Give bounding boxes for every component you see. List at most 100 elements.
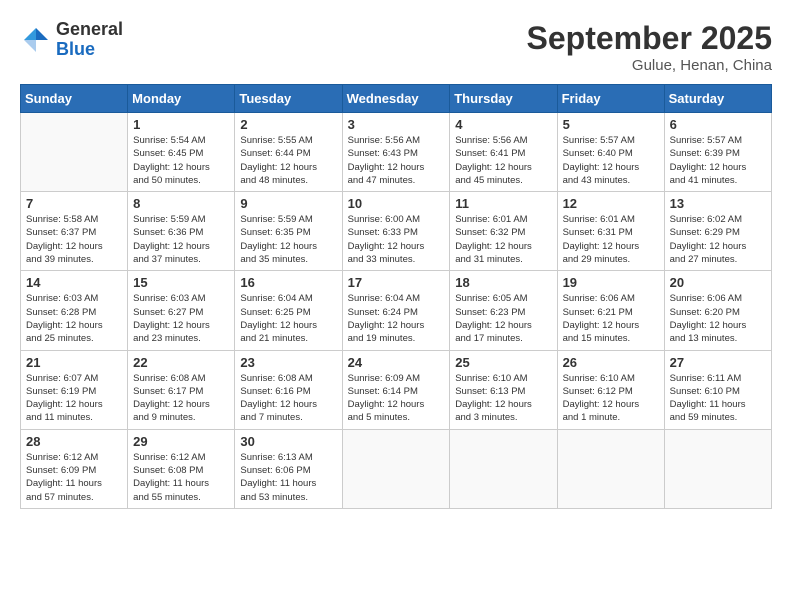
day-info: Sunrise: 6:03 AM Sunset: 6:27 PM Dayligh… xyxy=(133,292,229,345)
calendar-day-cell: 16 Sunrise: 6:04 AM Sunset: 6:25 PM Dayli… xyxy=(235,271,342,350)
calendar-day-cell: 25 Sunrise: 6:10 AM Sunset: 6:13 PM Dayli… xyxy=(450,350,557,429)
day-info: Sunrise: 5:57 AM Sunset: 6:39 PM Dayligh… xyxy=(670,134,766,187)
calendar-table: SundayMondayTuesdayWednesdayThursdayFrid… xyxy=(20,84,772,509)
calendar-day-cell: 15Sunrise: 6:03 AM Sunset: 6:27 PM Dayli… xyxy=(128,271,235,350)
logo: General Blue xyxy=(20,20,123,60)
calendar-header-friday: Friday xyxy=(557,85,664,113)
day-number: 21 xyxy=(26,355,122,370)
calendar-header-row: SundayMondayTuesdayWednesdayThursdayFrid… xyxy=(21,85,772,113)
day-info: Sunrise: 6:12 AM Sunset: 6:09 PM Dayligh… xyxy=(26,451,122,504)
day-number: 18 xyxy=(455,275,551,290)
calendar-day-cell: 24 Sunrise: 6:09 AM Sunset: 6:14 PM Dayli… xyxy=(342,350,450,429)
day-info: Sunrise: 5:59 AM Sunset: 6:35 PM Dayligh… xyxy=(240,213,336,266)
calendar-day-cell: 9 Sunrise: 5:59 AM Sunset: 6:35 PM Daylig… xyxy=(235,192,342,271)
day-info: Sunrise: 5:56 AM Sunset: 6:41 PM Dayligh… xyxy=(455,134,551,187)
day-number: 28 xyxy=(26,434,122,449)
calendar-day-cell: 30 Sunrise: 6:13 AM Sunset: 6:06 PM Dayli… xyxy=(235,429,342,508)
logo-icon xyxy=(20,24,52,56)
calendar-day-cell: 20Sunrise: 6:06 AM Sunset: 6:20 PM Dayli… xyxy=(664,271,771,350)
day-info: Sunrise: 6:09 AM Sunset: 6:14 PM Dayligh… xyxy=(348,372,445,425)
day-info: Sunrise: 6:06 AM Sunset: 6:21 PM Dayligh… xyxy=(563,292,659,345)
calendar-header-sunday: Sunday xyxy=(21,85,128,113)
calendar-day-cell xyxy=(557,429,664,508)
calendar-week-row: 1 Sunrise: 5:54 AM Sunset: 6:45 PM Daylig… xyxy=(21,113,772,192)
calendar-day-cell: 14Sunrise: 6:03 AM Sunset: 6:28 PM Dayli… xyxy=(21,271,128,350)
logo-general-text: General xyxy=(56,20,123,40)
calendar-day-cell xyxy=(342,429,450,508)
calendar-day-cell: 18 Sunrise: 6:05 AM Sunset: 6:23 PM Dayli… xyxy=(450,271,557,350)
day-info: Sunrise: 6:00 AM Sunset: 6:33 PM Dayligh… xyxy=(348,213,445,266)
day-info: Sunrise: 6:04 AM Sunset: 6:25 PM Dayligh… xyxy=(240,292,336,345)
day-number: 6 xyxy=(670,117,766,132)
day-number: 29 xyxy=(133,434,229,449)
calendar-week-row: 14Sunrise: 6:03 AM Sunset: 6:28 PM Dayli… xyxy=(21,271,772,350)
calendar-day-cell: 17 Sunrise: 6:04 AM Sunset: 6:24 PM Dayli… xyxy=(342,271,450,350)
calendar-day-cell: 4 Sunrise: 5:56 AM Sunset: 6:41 PM Daylig… xyxy=(450,113,557,192)
day-info: Sunrise: 6:08 AM Sunset: 6:16 PM Dayligh… xyxy=(240,372,336,425)
calendar-day-cell: 11 Sunrise: 6:01 AM Sunset: 6:32 PM Dayli… xyxy=(450,192,557,271)
day-info: Sunrise: 6:13 AM Sunset: 6:06 PM Dayligh… xyxy=(240,451,336,504)
day-number: 10 xyxy=(348,196,445,211)
day-info: Sunrise: 6:01 AM Sunset: 6:32 PM Dayligh… xyxy=(455,213,551,266)
day-number: 22 xyxy=(133,355,229,370)
logo-blue-text: Blue xyxy=(56,40,123,60)
day-number: 1 xyxy=(133,117,229,132)
calendar-header-wednesday: Wednesday xyxy=(342,85,450,113)
day-info: Sunrise: 6:05 AM Sunset: 6:23 PM Dayligh… xyxy=(455,292,551,345)
calendar-day-cell: 28 Sunrise: 6:12 AM Sunset: 6:09 PM Dayli… xyxy=(21,429,128,508)
calendar-header-saturday: Saturday xyxy=(664,85,771,113)
day-info: Sunrise: 5:56 AM Sunset: 6:43 PM Dayligh… xyxy=(348,134,445,187)
day-info: Sunrise: 6:03 AM Sunset: 6:28 PM Dayligh… xyxy=(26,292,122,345)
calendar-week-row: 21Sunrise: 6:07 AM Sunset: 6:19 PM Dayli… xyxy=(21,350,772,429)
day-number: 19 xyxy=(563,275,659,290)
day-number: 11 xyxy=(455,196,551,211)
calendar-week-row: 28 Sunrise: 6:12 AM Sunset: 6:09 PM Dayli… xyxy=(21,429,772,508)
calendar-day-cell: 27Sunrise: 6:11 AM Sunset: 6:10 PM Dayli… xyxy=(664,350,771,429)
calendar-day-cell: 23 Sunrise: 6:08 AM Sunset: 6:16 PM Dayli… xyxy=(235,350,342,429)
day-info: Sunrise: 6:01 AM Sunset: 6:31 PM Dayligh… xyxy=(563,213,659,266)
day-number: 7 xyxy=(26,196,122,211)
calendar-day-cell xyxy=(21,113,128,192)
day-info: Sunrise: 5:58 AM Sunset: 6:37 PM Dayligh… xyxy=(26,213,122,266)
calendar-day-cell: 26 Sunrise: 6:10 AM Sunset: 6:12 PM Dayli… xyxy=(557,350,664,429)
day-number: 23 xyxy=(240,355,336,370)
day-number: 27 xyxy=(670,355,766,370)
day-info: Sunrise: 6:04 AM Sunset: 6:24 PM Dayligh… xyxy=(348,292,445,345)
day-info: Sunrise: 6:08 AM Sunset: 6:17 PM Dayligh… xyxy=(133,372,229,425)
calendar-header-tuesday: Tuesday xyxy=(235,85,342,113)
calendar-week-row: 7 Sunrise: 5:58 AM Sunset: 6:37 PM Daylig… xyxy=(21,192,772,271)
day-number: 25 xyxy=(455,355,551,370)
day-number: 26 xyxy=(563,355,659,370)
calendar-day-cell: 6 Sunrise: 5:57 AM Sunset: 6:39 PM Daylig… xyxy=(664,113,771,192)
day-number: 16 xyxy=(240,275,336,290)
day-number: 13 xyxy=(670,196,766,211)
day-number: 17 xyxy=(348,275,445,290)
day-info: Sunrise: 6:10 AM Sunset: 6:12 PM Dayligh… xyxy=(563,372,659,425)
calendar-day-cell xyxy=(450,429,557,508)
calendar-day-cell: 1 Sunrise: 5:54 AM Sunset: 6:45 PM Daylig… xyxy=(128,113,235,192)
calendar-day-cell: 29Sunrise: 6:12 AM Sunset: 6:08 PM Dayli… xyxy=(128,429,235,508)
day-info: Sunrise: 5:54 AM Sunset: 6:45 PM Dayligh… xyxy=(133,134,229,187)
day-number: 4 xyxy=(455,117,551,132)
calendar-day-cell: 12 Sunrise: 6:01 AM Sunset: 6:31 PM Dayli… xyxy=(557,192,664,271)
calendar-header-thursday: Thursday xyxy=(450,85,557,113)
day-info: Sunrise: 6:10 AM Sunset: 6:13 PM Dayligh… xyxy=(455,372,551,425)
title-area: September 2025 Gulue, Henan, China xyxy=(527,20,772,74)
day-number: 30 xyxy=(240,434,336,449)
page-header: General Blue September 2025 Gulue, Henan… xyxy=(20,20,772,74)
calendar-day-cell: 2 Sunrise: 5:55 AM Sunset: 6:44 PM Daylig… xyxy=(235,113,342,192)
calendar-day-cell: 3Sunrise: 5:56 AM Sunset: 6:43 PM Daylig… xyxy=(342,113,450,192)
day-info: Sunrise: 5:57 AM Sunset: 6:40 PM Dayligh… xyxy=(563,134,659,187)
calendar-day-cell: 13Sunrise: 6:02 AM Sunset: 6:29 PM Dayli… xyxy=(664,192,771,271)
day-number: 9 xyxy=(240,196,336,211)
calendar-day-cell: 21Sunrise: 6:07 AM Sunset: 6:19 PM Dayli… xyxy=(21,350,128,429)
location-subtitle: Gulue, Henan, China xyxy=(527,57,772,74)
day-info: Sunrise: 5:55 AM Sunset: 6:44 PM Dayligh… xyxy=(240,134,336,187)
day-number: 24 xyxy=(348,355,445,370)
day-number: 5 xyxy=(563,117,659,132)
calendar-day-cell: 8Sunrise: 5:59 AM Sunset: 6:36 PM Daylig… xyxy=(128,192,235,271)
day-number: 20 xyxy=(670,275,766,290)
day-number: 12 xyxy=(563,196,659,211)
day-info: Sunrise: 5:59 AM Sunset: 6:36 PM Dayligh… xyxy=(133,213,229,266)
day-number: 2 xyxy=(240,117,336,132)
